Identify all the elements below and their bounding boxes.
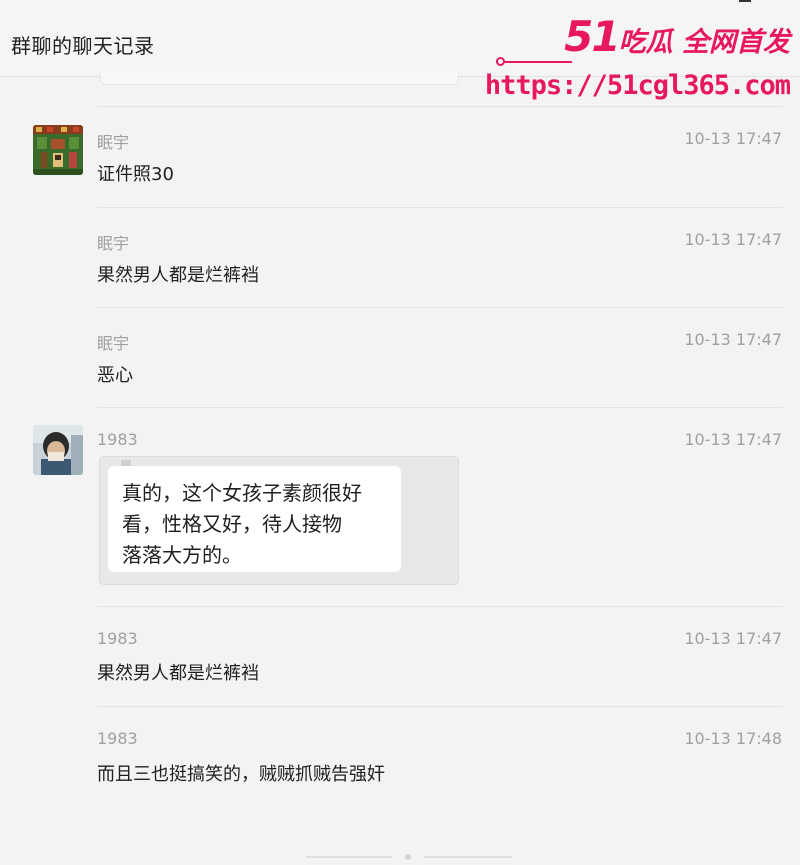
message-time: 10-13 17:47 [684, 330, 782, 349]
message-time: 10-13 17:47 [684, 129, 782, 148]
previous-message-card-edge [100, 72, 459, 85]
message-text: 而且三也挺搞笑的，贼贼抓贼告强奸 [97, 764, 385, 785]
message-time: 10-13 17:48 [684, 729, 782, 748]
sender-name: 眠宇 [97, 133, 130, 152]
watermark-brand: 51吃瓜 全网首发 [564, 12, 790, 61]
quote-line: 落落大方的。 [122, 543, 242, 567]
watermark-dot-icon [496, 57, 505, 66]
message-divider [97, 407, 783, 408]
load-indicator [306, 853, 512, 861]
message-text: 果然男人都是烂裤裆 [97, 265, 259, 286]
avatar[interactable] [33, 425, 83, 475]
quoted-message-card[interactable]: 真的，这个女孩子素颜很好 看，性格又好，待人接物 落落大方的。 [99, 456, 459, 585]
message-text: 果然男人都是烂裤裆 [97, 663, 259, 684]
message-divider [97, 706, 783, 707]
chat-history-window: 群聊的聊天记录 眠宇 10-13 17:47 证件照30 眠宇 10-13 17… [0, 0, 800, 865]
message-divider [97, 307, 783, 308]
message-divider [97, 606, 783, 607]
sender-name: 1983 [97, 629, 138, 648]
quoted-message-text: 真的，这个女孩子素颜很好 看，性格又好，待人接物 落落大方的。 [108, 466, 401, 572]
site-watermark: 51吃瓜 全网首发 https://51cgl365.com [485, 12, 791, 104]
window-title: 群聊的聊天记录 [11, 34, 155, 58]
sender-name: 眠宇 [97, 334, 130, 353]
quote-line: 看，性格又好，待人接物 [122, 512, 342, 536]
avatar[interactable] [33, 125, 83, 175]
message-time: 10-13 17:47 [684, 430, 782, 449]
sender-name: 1983 [97, 430, 138, 449]
sender-name: 1983 [97, 729, 138, 748]
quote-line: 真的，这个女孩子素颜很好 [122, 481, 362, 505]
message-text: 证件照30 [97, 164, 174, 185]
minimize-icon[interactable] [739, 0, 751, 2]
message-time: 10-13 17:47 [684, 230, 782, 249]
watermark-line [496, 61, 572, 63]
message-text: 恶心 [97, 365, 133, 386]
message-divider [97, 207, 783, 208]
message-divider [97, 106, 783, 107]
watermark-url: https://51cgl365.com [484, 70, 791, 101]
sender-name: 眠宇 [97, 234, 130, 253]
message-time: 10-13 17:47 [684, 629, 782, 648]
